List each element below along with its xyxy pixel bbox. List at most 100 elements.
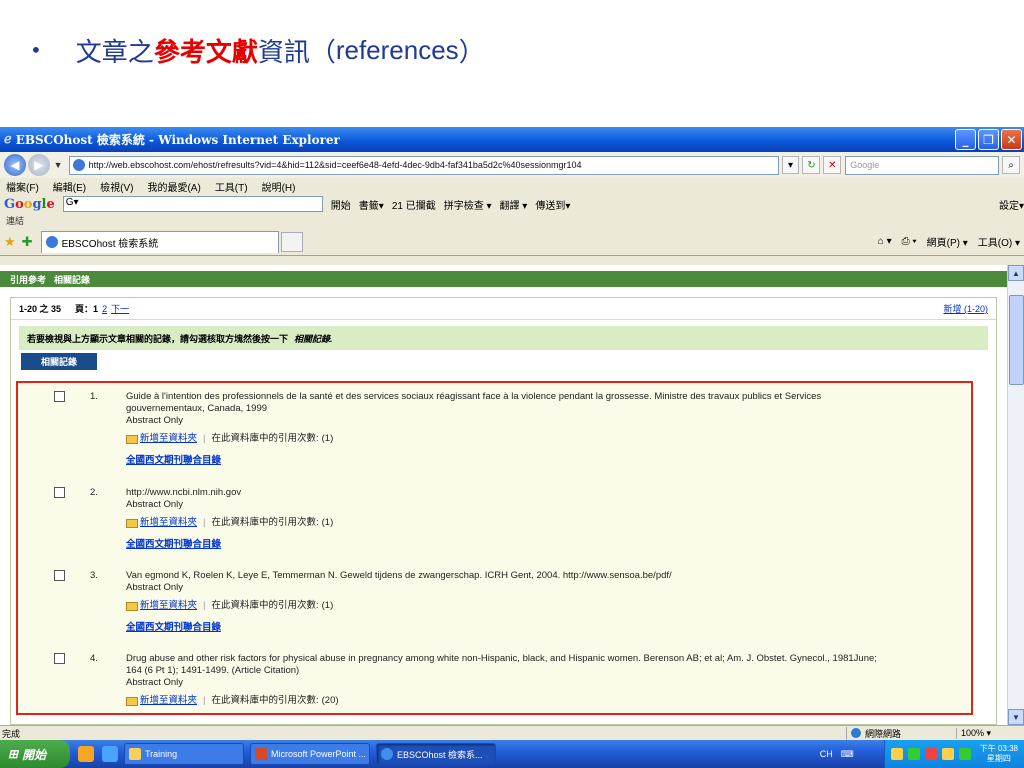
vertical-scrollbar[interactable]: ▲ ▼ (1007, 265, 1024, 725)
task-ebscohost[interactable]: EBSCOhost 檢索系... (376, 743, 496, 765)
menu-edit[interactable]: 編輯(E) (53, 179, 86, 194)
result-citation: Van egmond K, Roelen K, Leye E, Temmerma… (126, 570, 672, 581)
clock: 下午 03:38 星期四 (979, 744, 1018, 763)
result-number: 1. (90, 391, 98, 402)
add-to-folder-link[interactable]: 新增至資料夾 (140, 517, 197, 529)
result-checkbox[interactable] (54, 653, 65, 664)
window-titlebar: ℯ EBSCOhost 檢索系統 - Windows Internet Expl… (0, 127, 1024, 152)
result-type: Abstract Only (126, 582, 184, 593)
result-citation: Guide à l'intention des professionnels d… (126, 391, 822, 402)
home-icon[interactable]: ⌂ ▾ (878, 236, 892, 247)
zoom-level[interactable]: 100% ▾ (956, 727, 1024, 739)
tray-icon[interactable] (890, 748, 903, 760)
folder-line: 新增至資料夾 | 在此資料庫中的引用次數: (1) (126, 433, 941, 445)
tray-icon[interactable] (907, 748, 920, 760)
folder-icon (129, 748, 141, 760)
menu-favorites[interactable]: 我的最愛(A) (147, 179, 200, 194)
result-citation-cont: 164 (6 Pt 1); 1491-1499. (Article Citati… (126, 665, 300, 676)
page-current: 1 (93, 303, 99, 314)
forward-button[interactable]: ▶ (27, 154, 50, 176)
start-button[interactable]: ⊞ 開始 (0, 740, 70, 768)
task-powerpoint[interactable]: Microsoft PowerPoint ... (250, 743, 370, 765)
result-number: 2. (90, 487, 98, 498)
add-all-link[interactable]: 新增 (1-20) (943, 302, 988, 315)
back-button[interactable]: ◀ (4, 154, 26, 176)
status-text: 完成 (2, 728, 21, 739)
tray-icon[interactable] (924, 748, 937, 760)
result-type: Abstract Only (126, 677, 184, 688)
page-2-link[interactable]: 2 (102, 304, 107, 314)
system-tray: 下午 03:38 星期四 (883, 740, 1024, 768)
result-citation: Drug abuse and other risk factors for ph… (126, 653, 877, 664)
folder-line: 新增至資料夾 | 在此資料庫中的引用次數: (1) (126, 600, 941, 612)
add-favorites-icon[interactable]: ✚ (22, 234, 33, 250)
quicklaunch-ie-icon[interactable] (102, 746, 118, 762)
result-checkbox[interactable] (54, 391, 65, 402)
print-icon[interactable]: ⎙ ▾ (902, 236, 917, 247)
catalog-link[interactable]: 全國西文期刊聯合目錄 (126, 455, 941, 467)
google-toolbar: Google G▾ 開始 書籤▾ 21 已攔截 拼字檢查 ▾ 翻譯 ▾ 傳送到▾… (0, 194, 1024, 214)
popup-blocked-button[interactable]: 21 已攔截 (392, 197, 436, 212)
result-checkbox[interactable] (54, 487, 65, 498)
url-field[interactable]: http://web.ebscohost.com/ehost/refresult… (68, 155, 779, 175)
page-menu[interactable]: 網頁(P) ▾ (927, 234, 968, 249)
stop-icon[interactable]: ✕ (823, 156, 842, 174)
maximize-button[interactable]: ❐ (978, 129, 999, 150)
send-to-button[interactable]: 傳送到▾ (535, 197, 570, 212)
quicklaunch-outlook-icon[interactable] (78, 746, 94, 762)
search-input[interactable]: Google (845, 155, 1000, 175)
globe-icon (851, 728, 861, 738)
menu-view[interactable]: 檢視(V) (100, 179, 133, 194)
page-icon (72, 159, 85, 171)
result-checkbox[interactable] (54, 570, 65, 581)
tray-icon[interactable] (941, 748, 954, 760)
close-button[interactable]: ✕ (1001, 129, 1022, 150)
add-to-folder-link[interactable]: 新增至資料夾 (140, 600, 197, 612)
refresh-icon[interactable]: ↻ (802, 156, 821, 174)
folder-line: 新增至資料夾 | 在此資料庫中的引用次數: (20) (126, 695, 941, 707)
ie-logo-icon: ℯ (4, 132, 12, 147)
menu-help[interactable]: 說明(H) (262, 179, 296, 194)
tab-ebscohost[interactable]: EBSCOhost 檢索系統 (40, 230, 279, 253)
cited-count: (1) (321, 433, 334, 444)
google-logo: Google (4, 196, 55, 212)
folder-icon (126, 518, 138, 528)
links-bar[interactable]: 連結 (0, 214, 1024, 228)
cited-label: 在此資料庫中的引用次數: (211, 517, 319, 528)
tools-menu[interactable]: 工具(O) ▾ (978, 234, 1020, 249)
keyboard-icon: ⌨ (840, 748, 854, 759)
history-dropdown-icon[interactable]: ▼ (54, 160, 63, 170)
add-to-folder-link[interactable]: 新增至資料夾 (140, 433, 197, 445)
translate-button[interactable]: 翻譯 ▾ (500, 197, 528, 212)
favorites-star-icon[interactable]: ★ (4, 234, 16, 250)
tray-icon[interactable] (958, 748, 971, 760)
new-tab-button[interactable] (280, 231, 303, 252)
catalog-link[interactable]: 全國西文期刊聯合目錄 (126, 539, 941, 551)
catalog-link[interactable]: 全國西文期刊聯合目錄 (126, 622, 941, 634)
bookmarks-button[interactable]: 書籤▾ (359, 197, 384, 212)
settings-button[interactable]: 設定▾ (999, 197, 1024, 212)
scroll-down-icon[interactable]: ▼ (1008, 709, 1024, 725)
menu-bar: 檔案(F) 編輯(E) 檢視(V) 我的最愛(A) 工具(T) 說明(H) (0, 178, 1024, 194)
google-toolbar-input[interactable]: G▾ (62, 196, 323, 212)
powerpoint-icon (255, 748, 267, 760)
google-start-button[interactable]: 開始 (331, 197, 351, 212)
add-to-folder-link[interactable]: 新增至資料夾 (140, 695, 197, 707)
scroll-thumb[interactable] (1009, 295, 1024, 385)
folder-icon (126, 601, 138, 611)
task-training[interactable]: Training (124, 743, 244, 765)
scroll-up-icon[interactable]: ▲ (1008, 265, 1024, 281)
page-label: 頁： (75, 304, 94, 314)
menu-tools[interactable]: 工具(T) (215, 179, 248, 194)
ie-window: ℯ EBSCOhost 檢索系統 - Windows Internet Expl… (0, 127, 1024, 768)
title-latin: references (335, 34, 459, 65)
menu-file[interactable]: 檔案(F) (6, 179, 39, 194)
address-dropdown-icon[interactable]: ▾ (781, 156, 800, 174)
next-page-link[interactable]: 下一 (111, 302, 129, 315)
url-text: http://web.ebscohost.com/ehost/refresult… (88, 160, 582, 170)
related-records-button[interactable]: 相關記錄 (21, 353, 97, 370)
language-indicator[interactable]: CH ⌨ (820, 749, 854, 760)
minimize-button[interactable]: _ (955, 129, 976, 150)
search-button-icon[interactable]: ⌕ (1002, 156, 1020, 174)
spellcheck-button[interactable]: 拼字檢查 ▾ (444, 197, 492, 212)
